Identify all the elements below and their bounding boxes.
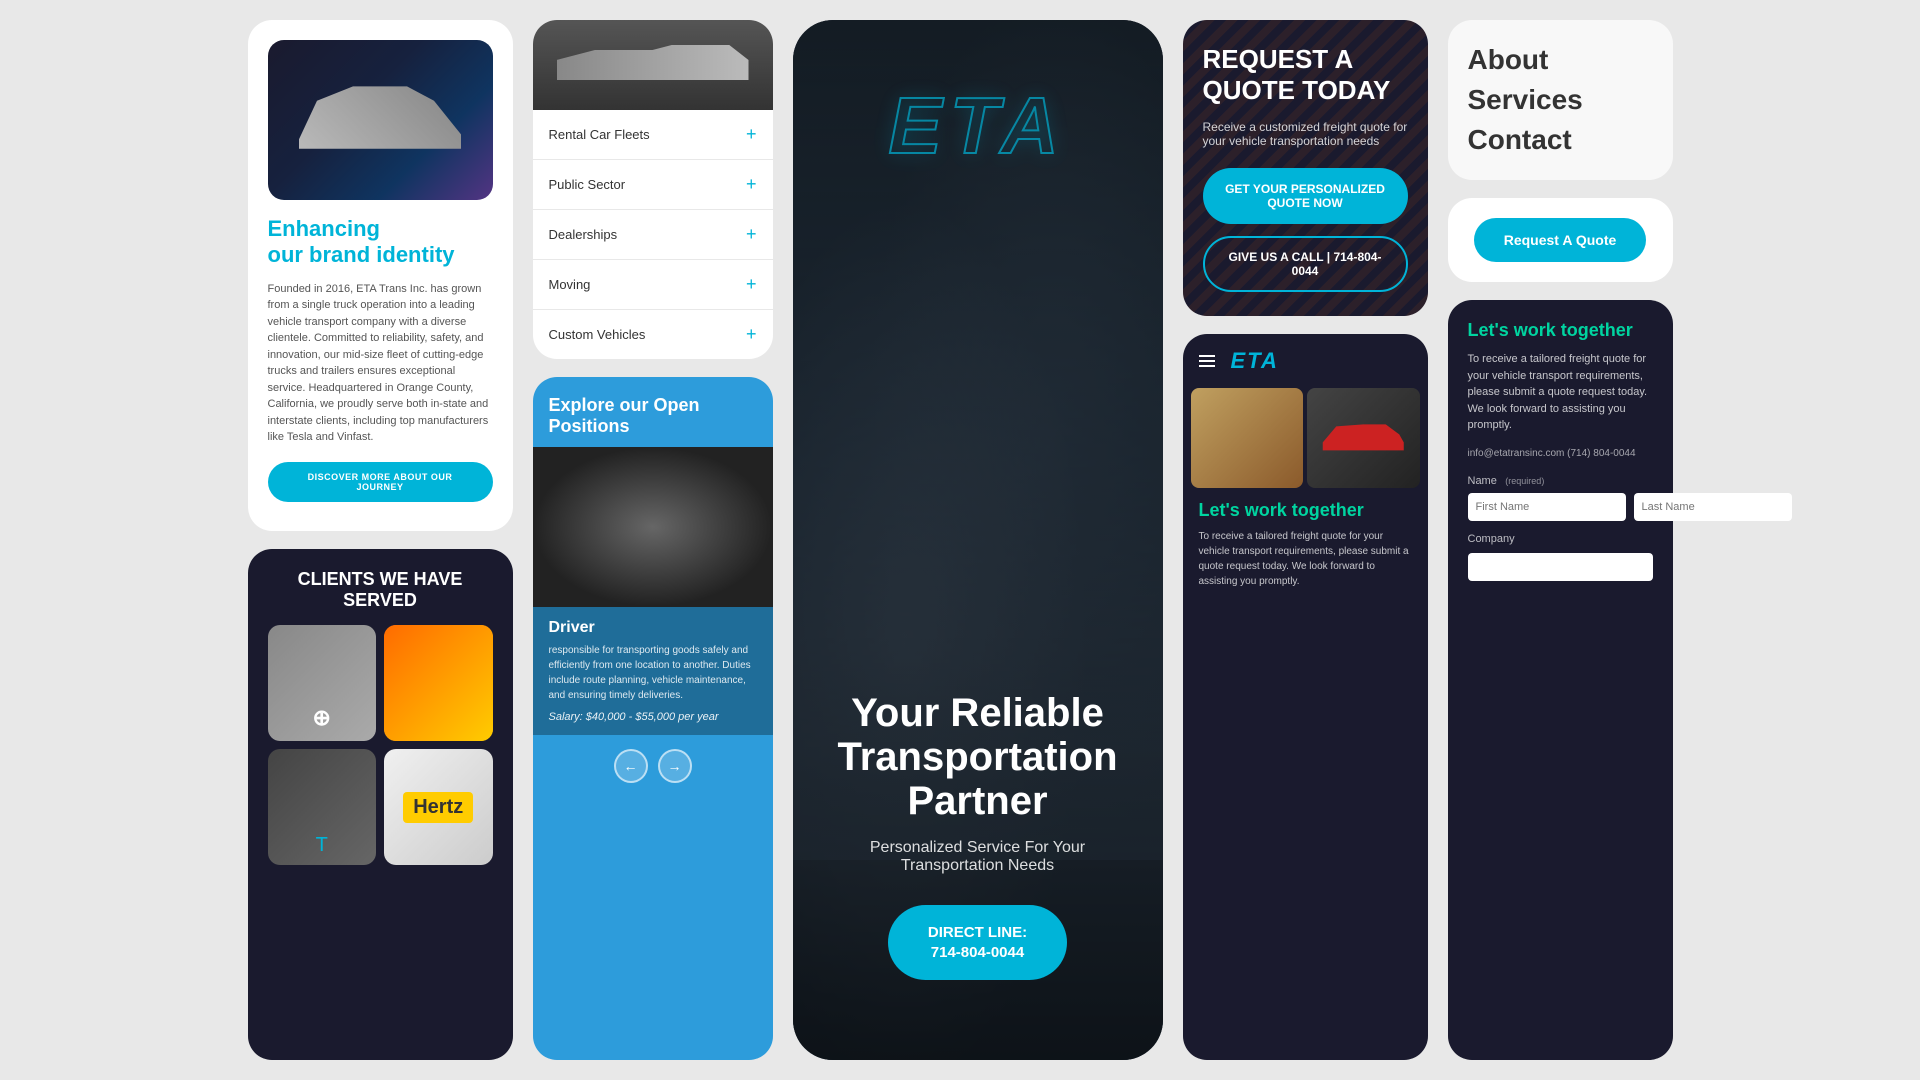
accordion-item-public[interactable]: Public Sector + bbox=[533, 160, 773, 210]
first-name-input[interactable] bbox=[1468, 493, 1626, 521]
hamburger-icon[interactable] bbox=[1199, 355, 1215, 367]
quote-title: REQUEST A QUOTE TODAY bbox=[1203, 44, 1408, 106]
sp-header: ETA bbox=[1183, 334, 1428, 388]
accordion-public-label: Public Sector bbox=[549, 177, 626, 192]
discover-button[interactable]: DISCOVER MORE ABOUT OUR JOURNEY bbox=[268, 462, 493, 502]
nav-contact[interactable]: Contact bbox=[1468, 120, 1653, 160]
hertz-logo: Hertz bbox=[403, 792, 473, 823]
carousel-next-button[interactable]: → bbox=[658, 749, 692, 783]
sp-logo: ETA bbox=[1231, 348, 1279, 374]
nav-about[interactable]: About bbox=[1468, 40, 1653, 80]
driver-salary: Salary: $40,000 - $55,000 per year bbox=[549, 711, 757, 723]
sp-content: Let's work together To receive a tailore… bbox=[1183, 488, 1428, 601]
hamburger-line-3 bbox=[1199, 365, 1215, 367]
client-cell-hertz: Hertz bbox=[384, 749, 493, 865]
hero-subtitle: Personalized Service For Your Transporta… bbox=[823, 839, 1133, 875]
carousel-controls: ← → bbox=[533, 735, 773, 797]
services-phone-card: ETA Let's work together To receive a tai… bbox=[1183, 334, 1428, 1060]
hero-phone: ETA Your Reliable Transportation Partner… bbox=[793, 20, 1163, 1060]
column-5: About Services Contact Request A Quote L… bbox=[1448, 20, 1673, 1060]
clients-title: CLIENTS WE HAVE SERVED bbox=[268, 569, 493, 611]
truck-image bbox=[557, 40, 749, 90]
request-quote-button[interactable]: Request A Quote bbox=[1474, 218, 1647, 262]
accordion-item-rental[interactable]: Rental Car Fleets + bbox=[533, 110, 773, 160]
quote-card: REQUEST A QUOTE TODAY Receive a customiz… bbox=[1183, 20, 1428, 316]
eta-logo-text: ETA bbox=[888, 80, 1066, 172]
carousel-prev-button[interactable]: ← bbox=[614, 749, 648, 783]
accordion-item-dealerships[interactable]: Dealerships + bbox=[533, 210, 773, 260]
red-car-image bbox=[1318, 418, 1408, 458]
brand-title: Enhancing our brand identity bbox=[268, 216, 493, 269]
form-description: To receive a tailored freight quote for … bbox=[1468, 351, 1653, 434]
driver-section: Driver responsible for transporting good… bbox=[533, 607, 773, 735]
name-label: Name bbox=[1468, 475, 1497, 487]
client-cell-tesla: T bbox=[268, 749, 377, 865]
quote-description: Receive a customized freight quote for y… bbox=[1203, 120, 1408, 148]
accordion-public-plus: + bbox=[746, 174, 757, 195]
column-4: REQUEST A QUOTE TODAY Receive a customiz… bbox=[1183, 20, 1428, 1060]
clients-card: CLIENTS WE HAVE SERVED ⊕ T Hertz bbox=[248, 549, 513, 1060]
direct-phone-number: 714-804-0044 bbox=[931, 944, 1024, 961]
accordion-custom-plus: + bbox=[746, 324, 757, 345]
form-card: Let's work together To receive a tailore… bbox=[1448, 300, 1673, 1060]
car-silhouette-image bbox=[290, 72, 470, 168]
nav-services[interactable]: Services bbox=[1468, 80, 1653, 120]
hamburger-line-2 bbox=[1199, 360, 1215, 362]
eta-logo-hero: ETA bbox=[888, 80, 1066, 172]
form-title: Let's work together bbox=[1468, 320, 1653, 341]
sp-image-canyon bbox=[1191, 388, 1304, 488]
client-cell-mercedes: ⊕ bbox=[268, 625, 377, 741]
column-2: Rental Car Fleets + Public Sector + Deal… bbox=[533, 20, 773, 1060]
company-input[interactable] bbox=[1468, 553, 1653, 581]
about-card: Enhancing our brand identity Founded in … bbox=[248, 20, 513, 531]
hero-title: Your Reliable Transportation Partner bbox=[823, 691, 1133, 823]
direct-line-button[interactable]: DIRECT LINE: 714-804-0044 bbox=[888, 905, 1067, 980]
name-row bbox=[1468, 493, 1653, 521]
about-description: Founded in 2016, ETA Trans Inc. has grow… bbox=[268, 281, 493, 446]
sp-image-red-car bbox=[1307, 388, 1420, 488]
accordion-dealerships-label: Dealerships bbox=[549, 227, 618, 242]
accordion-moving-label: Moving bbox=[549, 277, 591, 292]
form-email-contact: info@etatransinc.com (714) 804-0044 bbox=[1468, 448, 1653, 459]
accordion-dealerships-plus: + bbox=[746, 224, 757, 245]
tesla-icon: T bbox=[316, 834, 328, 857]
services-accordion-card: Rental Car Fleets + Public Sector + Deal… bbox=[533, 20, 773, 359]
accordion-rental-plus: + bbox=[746, 124, 757, 145]
name-field-wrapper: Name (required) bbox=[1468, 471, 1653, 489]
request-quote-card: Request A Quote bbox=[1448, 198, 1673, 282]
column-1: Enhancing our brand identity Founded in … bbox=[248, 20, 513, 1060]
driver-description: responsible for transporting goods safel… bbox=[549, 643, 757, 703]
jobs-title: Explore our Open Positions bbox=[533, 377, 773, 447]
direct-line-label: DIRECT LINE: bbox=[928, 924, 1027, 941]
jobs-image bbox=[533, 447, 773, 607]
clients-grid: ⊕ T Hertz bbox=[268, 625, 493, 865]
company-label: Company bbox=[1468, 533, 1653, 545]
jobs-card: Explore our Open Positions Driver respon… bbox=[533, 377, 773, 1060]
last-name-input[interactable] bbox=[1634, 493, 1792, 521]
driver-title: Driver bbox=[549, 619, 757, 637]
accordion-item-moving[interactable]: Moving + bbox=[533, 260, 773, 310]
accordion-moving-plus: + bbox=[746, 274, 757, 295]
nav-card: About Services Contact bbox=[1448, 20, 1673, 180]
hero-content: Your Reliable Transportation Partner Per… bbox=[793, 691, 1163, 1060]
accordion-rental-label: Rental Car Fleets bbox=[549, 127, 650, 142]
sp-work-title: Let's work together bbox=[1199, 500, 1412, 521]
sp-image-grid bbox=[1183, 388, 1428, 488]
car-interior-image bbox=[533, 447, 773, 607]
column-3-hero: ETA Your Reliable Transportation Partner… bbox=[793, 20, 1163, 1060]
client-cell-sports-car bbox=[384, 625, 493, 741]
about-hero-image bbox=[268, 40, 493, 200]
call-button[interactable]: GIVE US A CALL | 714-804-0044 bbox=[1203, 236, 1408, 292]
hamburger-line-1 bbox=[1199, 355, 1215, 357]
services-hero-image bbox=[533, 20, 773, 110]
required-tag: (required) bbox=[1505, 476, 1544, 486]
accordion-item-custom[interactable]: Custom Vehicles + bbox=[533, 310, 773, 359]
sp-description: To receive a tailored freight quote for … bbox=[1199, 529, 1412, 589]
accordion-custom-label: Custom Vehicles bbox=[549, 327, 646, 342]
get-quote-button[interactable]: GET YOUR PERSONALIZED QUOTE NOW bbox=[1203, 168, 1408, 224]
